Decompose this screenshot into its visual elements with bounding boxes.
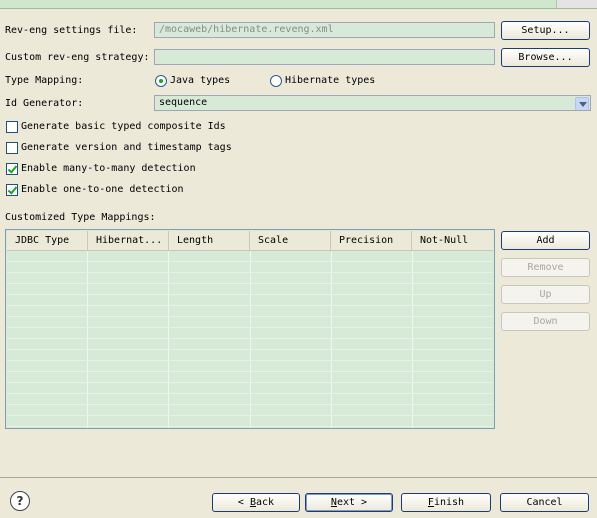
add-button[interactable]: Add: [501, 231, 590, 250]
back-button[interactable]: < Back: [212, 493, 300, 512]
many-to-many-label[interactable]: Enable many-to-many detection: [21, 162, 196, 176]
java-types-radio[interactable]: [155, 75, 167, 87]
hibernate-types-label[interactable]: Hibernate types: [285, 74, 375, 88]
down-button[interactable]: Down: [501, 312, 590, 331]
id-generator-value: sequence: [159, 97, 208, 108]
title-bar-strip: [0, 0, 597, 9]
id-generator-label: Id Generator:: [5, 98, 84, 109]
column-header-scale[interactable]: Scale: [250, 231, 331, 250]
version-timestamp-checkbox[interactable]: [6, 142, 18, 154]
chevron-down-icon[interactable]: [575, 97, 589, 110]
remove-button[interactable]: Remove: [501, 258, 590, 277]
finish-button[interactable]: Finish: [401, 493, 491, 512]
composite-ids-label[interactable]: Generate basic typed composite Ids: [21, 120, 226, 134]
table-body[interactable]: [7, 251, 493, 428]
hibernate-types-radio[interactable]: [270, 75, 282, 87]
composite-ids-checkbox[interactable]: [6, 121, 18, 133]
table-header: JDBC Type Hibernat... Length Scale Preci…: [7, 231, 493, 251]
version-timestamp-label[interactable]: Generate version and timestamp tags: [21, 141, 232, 155]
next-button[interactable]: Next >: [305, 493, 393, 512]
column-header-length[interactable]: Length: [169, 231, 250, 250]
column-header-not-null[interactable]: Not-Null: [412, 231, 493, 250]
up-button[interactable]: Up: [501, 285, 590, 304]
id-generator-select[interactable]: sequence: [154, 95, 591, 111]
title-bar-corner: [556, 0, 597, 8]
column-header-jdbc-type[interactable]: JDBC Type: [7, 231, 88, 250]
reveng-file-label: Rev-eng settings file:: [5, 25, 138, 36]
column-header-hibernate-type[interactable]: Hibernat...: [88, 231, 169, 250]
one-to-one-label[interactable]: Enable one-to-one detection: [21, 183, 184, 197]
type-mapping-label: Type Mapping:: [5, 75, 84, 86]
finish-rest: inish: [433, 497, 465, 508]
one-to-one-checkbox[interactable]: [6, 184, 18, 196]
help-icon[interactable]: ?: [10, 491, 30, 511]
footer-separator: [0, 477, 597, 478]
many-to-many-checkbox[interactable]: [6, 163, 18, 175]
reveng-file-field: /mocaweb/hibernate.reveng.xml: [154, 22, 495, 38]
cancel-button[interactable]: Cancel: [500, 493, 589, 512]
java-types-label[interactable]: Java types: [170, 74, 230, 88]
setup-button[interactable]: Setup...: [501, 21, 590, 40]
browse-button[interactable]: Browse...: [501, 48, 590, 67]
type-mappings-label: Customized Type Mappings:: [5, 212, 156, 223]
strategy-field[interactable]: [154, 49, 495, 65]
back-prefix: <: [237, 497, 250, 508]
column-header-precision[interactable]: Precision: [331, 231, 412, 250]
next-rest: ext >: [336, 497, 368, 508]
strategy-label: Custom rev-eng strategy:: [5, 52, 150, 63]
back-rest: ack: [256, 497, 275, 508]
type-mappings-table[interactable]: JDBC Type Hibernat... Length Scale Preci…: [5, 229, 495, 429]
